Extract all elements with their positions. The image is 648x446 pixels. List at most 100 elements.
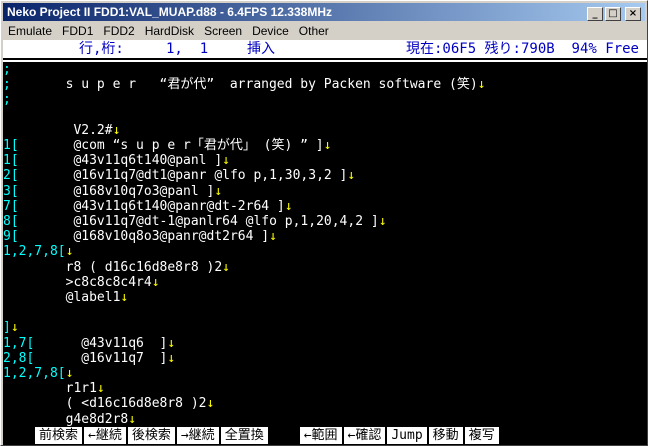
- line-text: @16v11q7 ]: [34, 350, 168, 366]
- line-mark: 3[: [3, 183, 19, 199]
- line-mark: 1,2,7,8[: [3, 366, 66, 381]
- function-key-bar: 前検索 ←継続 後検索 →継続 全置換 ←範囲 ←確認 Jump 移動 複写: [3, 427, 647, 445]
- emulator-window: Neko Project II FDD1:VAL_MUAP.d88 - 6.4F…: [0, 0, 648, 446]
- editor-line: >c8c8c8c4r4↓: [3, 275, 160, 291]
- newline-arrow-icon: ↓: [10, 320, 19, 336]
- editor-line: ;: [3, 62, 11, 78]
- insert-mode: 挿入: [247, 41, 275, 57]
- line-text: @168v10q7o3@panl ]: [18, 183, 215, 199]
- menu-other[interactable]: Other: [294, 22, 334, 40]
- line-text: @com “s u p e r「君が代」 (笑) ” ]: [18, 138, 324, 153]
- newline-arrow-icon: ↓: [167, 335, 176, 351]
- line-mark: 2,8[: [3, 350, 35, 366]
- function-key-4[interactable]: →継続: [176, 427, 219, 444]
- minimize-button[interactable]: _: [587, 7, 603, 21]
- function-key-2[interactable]: ←継続: [84, 427, 126, 444]
- editor-line: r1r1↓: [3, 381, 105, 397]
- newline-arrow-icon: ↓: [120, 290, 129, 305]
- editor-line: 1,2,7,8[↓: [3, 244, 73, 260]
- function-key-8[interactable]: Jump: [387, 427, 427, 444]
- line-text: @168v10q8o3@panr@dt2r64 ]: [18, 229, 270, 245]
- newline-arrow-icon: ↓: [65, 244, 74, 260]
- newline-arrow-icon: ↓: [96, 381, 105, 397]
- line-mark: ;: [3, 77, 11, 93]
- newline-arrow-icon: ↓: [323, 138, 332, 153]
- line-text: r1r1: [3, 381, 97, 397]
- line-text: @43v11q6t140@panl ]: [18, 153, 223, 169]
- editor-line: 1,2,7,8[↓: [3, 366, 73, 382]
- line-mark: 9[: [3, 229, 19, 245]
- line-text: s u p e r “君が代” arranged by Packen softw…: [10, 77, 478, 93]
- function-key-1[interactable]: 前検索: [35, 427, 83, 444]
- line-text: @43v11q6t140@panr@dt-2r64 ]: [18, 198, 285, 214]
- menu-harddisk[interactable]: HardDisk: [140, 22, 199, 40]
- maximize-button[interactable]: □: [605, 7, 621, 21]
- editor-line: ( <d16c16d8e8r8 )2↓: [3, 396, 215, 412]
- editor-line: 1[ @com “s u p e r「君が代」 (笑) ” ]↓: [3, 138, 331, 154]
- function-key-6[interactable]: ←範囲: [299, 427, 342, 444]
- line-text: >c8c8c8c4r4: [3, 274, 152, 290]
- line-text: @16v11q7@dt-1@panlr64 @lfo p,1,20,4,2 ]: [18, 214, 379, 229]
- editor-line: @label1↓: [3, 290, 129, 306]
- newline-arrow-icon: ↓: [222, 259, 230, 275]
- line-mark: 1[: [3, 138, 19, 153]
- window-title: Neko Project II FDD1:VAL_MUAP.d88 - 6.4F…: [7, 5, 332, 19]
- newline-arrow-icon: ↓: [206, 396, 215, 412]
- line-mark: 1[: [3, 153, 19, 169]
- newline-arrow-icon: ↓: [477, 77, 486, 93]
- line-text: V2.2#: [3, 122, 113, 138]
- editor-line: 9[ @168v10q8o3@panr@dt2r64 ]↓: [3, 229, 277, 245]
- menu-emulate[interactable]: Emulate: [3, 22, 57, 40]
- menu-screen[interactable]: Screen: [199, 22, 247, 40]
- newline-arrow-icon: ↓: [378, 214, 387, 229]
- function-key-3[interactable]: 後検索: [127, 427, 175, 444]
- editor-status-bar: 行,桁: 1, 1 挿入 現在:06F5 残り:790B 94% Free: [3, 40, 647, 58]
- newline-arrow-icon: ↓: [65, 366, 74, 381]
- editor-line: ]↓: [3, 320, 19, 336]
- function-key-5[interactable]: 全置換: [220, 427, 268, 444]
- cursor-position: 行,桁: 1, 1: [79, 41, 209, 57]
- editor-line: r8 ( d16c16d8e8r8 )2↓: [3, 260, 230, 276]
- emulator-screen[interactable]: 行,桁: 1, 1 挿入 現在:06F5 残り:790B 94% Free ;;…: [3, 40, 647, 445]
- newline-arrow-icon: ↓: [347, 168, 356, 184]
- line-mark: 7[: [3, 198, 19, 214]
- line-mark: ;: [3, 92, 11, 108]
- menu-fdd2[interactable]: FDD2: [98, 22, 139, 40]
- cursor-line: [3, 60, 647, 62]
- editor-line: ;: [3, 92, 11, 108]
- function-key-10[interactable]: 複写: [464, 427, 499, 444]
- newline-arrow-icon: ↓: [269, 229, 277, 245]
- newline-arrow-icon: ↓: [167, 350, 176, 366]
- line-text: g4e8d2r8: [3, 411, 129, 427]
- editor-line: 1[ @43v11q6t140@panl ]↓: [3, 153, 230, 169]
- line-text: @16v11q7@dt1@panr @lfo p,1,30,3,2 ]: [18, 168, 348, 184]
- menu-bar: Emulate FDD1 FDD2 HardDisk Screen Device…: [3, 22, 334, 40]
- line-text: @43v11q6 ]: [34, 335, 168, 351]
- close-button[interactable]: ×: [625, 7, 641, 21]
- line-text: @label1: [3, 290, 121, 305]
- editor-line: 7[ @43v11q6t140@panr@dt-2r64 ]↓: [3, 199, 293, 215]
- editor-line: ; s u p e r “君が代” arranged by Packen sof…: [3, 77, 485, 93]
- editor-line: 2,8[ @16v11q7 ]↓: [3, 351, 175, 367]
- title-bar[interactable]: Neko Project II FDD1:VAL_MUAP.d88 - 6.4F…: [3, 3, 645, 21]
- function-key-7[interactable]: ←確認: [343, 427, 386, 444]
- function-key-9[interactable]: 移動: [428, 427, 463, 444]
- editor-line: 8[ @16v11q7@dt-1@panlr64 @lfo p,1,20,4,2…: [3, 214, 387, 230]
- memory-info: 現在:06F5 残り:790B 94% Free: [405, 41, 639, 57]
- editor-line: 1,7[ @43v11q6 ]↓: [3, 336, 175, 352]
- newline-arrow-icon: ↓: [284, 198, 293, 214]
- line-mark: 1,2,7,8[: [3, 244, 66, 260]
- menu-fdd1[interactable]: FDD1: [57, 22, 98, 40]
- menu-device[interactable]: Device: [247, 22, 294, 40]
- newline-arrow-icon: ↓: [128, 411, 137, 427]
- line-mark: ]: [3, 320, 11, 336]
- line-text: ( <d16c16d8e8r8 )2: [3, 396, 207, 412]
- line-mark: 2[: [3, 168, 19, 184]
- newline-arrow-icon: ↓: [222, 153, 230, 169]
- editor-line: V2.2#↓: [3, 123, 120, 139]
- line-text: r8 ( d16c16d8e8r8 )2: [3, 259, 223, 275]
- line-mark: 1,7[: [3, 335, 35, 351]
- newline-arrow-icon: ↓: [112, 122, 121, 138]
- line-mark: ;: [3, 62, 11, 77]
- editor-line: g4e8d2r8↓: [3, 412, 136, 428]
